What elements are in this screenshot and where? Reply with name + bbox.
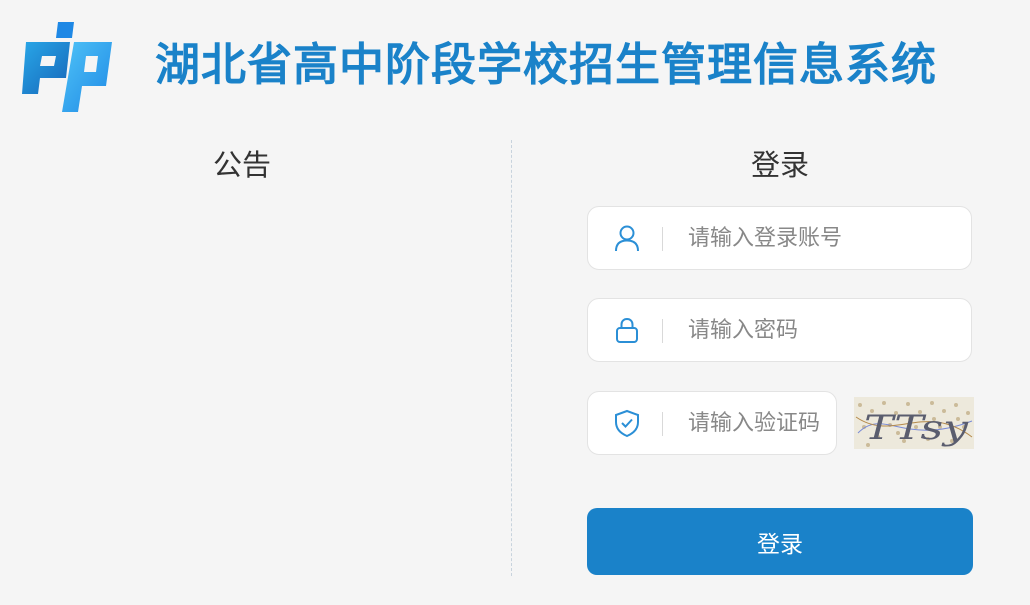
field-separator <box>662 227 663 251</box>
password-input[interactable] <box>688 299 958 361</box>
header: 湖北省高中阶段学校招生管理信息系统 <box>0 0 1030 120</box>
username-input[interactable] <box>688 207 958 269</box>
field-separator <box>662 412 663 436</box>
captcha-input[interactable] <box>688 392 828 454</box>
user-icon <box>615 225 639 252</box>
provincial-logo-icon <box>22 22 112 112</box>
shield-check-icon <box>615 409 639 438</box>
captcha-image-text: TTsy <box>864 408 969 448</box>
panel-divider <box>511 140 512 576</box>
field-separator <box>662 319 663 343</box>
login-heading: 登录 <box>750 148 809 182</box>
password-field <box>587 298 972 362</box>
page-title: 湖北省高中阶段学校招生管理信息系统 <box>155 38 938 91</box>
captcha-image[interactable]: TTsy <box>854 397 974 449</box>
login-button[interactable]: 登录 <box>587 508 973 575</box>
notice-heading: 公告 <box>212 148 271 182</box>
username-field <box>587 206 972 270</box>
captcha-field <box>587 391 837 455</box>
lock-icon <box>616 317 638 343</box>
